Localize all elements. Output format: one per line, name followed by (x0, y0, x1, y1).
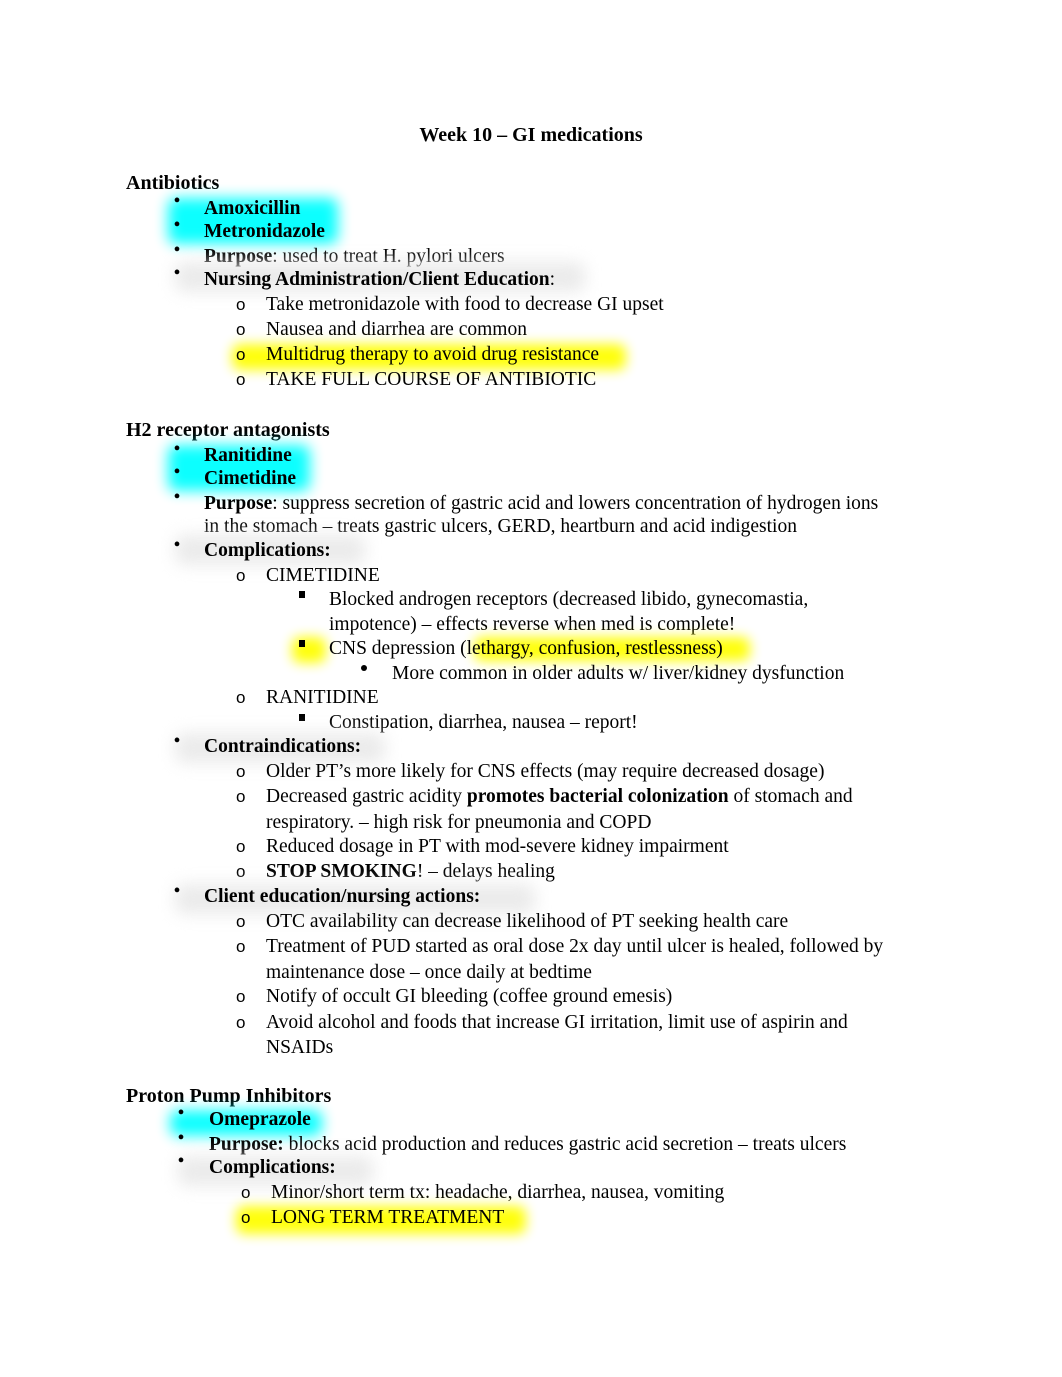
purpose-label: Purpose (204, 493, 273, 514)
bullet-icon: • (177, 1102, 185, 1124)
h2-purpose-line1: Purpose: suppress secretion of gastric a… (204, 492, 878, 515)
cimetidine-cns-item: CNS depression (lethargy, confusion, res… (329, 637, 723, 660)
acidity-prefix: Decreased gastric acidity (266, 786, 467, 807)
square-bullet-icon (299, 714, 305, 721)
contraindication-item-line2: respiratory. – high risk for pneumonia a… (266, 812, 652, 833)
drug-ranitidine: Ranitidine (204, 445, 292, 466)
purpose-text: blocks acid production and reduces gastr… (283, 1134, 847, 1155)
contraindication-item: STOP SMOKING! – delays healing (266, 860, 555, 883)
cimetidine-item-line2: impotence) – effects reverse when med is… (329, 614, 736, 635)
ppi-complication-item: Minor/short term tx: headache, diarrhea,… (271, 1182, 725, 1203)
contraindication-item: Reduced dosage in PT with mod-severe kid… (266, 836, 729, 857)
circle-bullet-icon: o (236, 345, 246, 364)
purpose-text: : suppress secretion of gastric acid and… (272, 493, 879, 514)
contraindications-heading: Contraindications: (204, 736, 362, 757)
square-bullet-icon (299, 591, 305, 598)
bullet-icon: • (173, 190, 181, 212)
ppi-complications-heading: Complications: (209, 1157, 336, 1178)
nursing-item: Multidrug therapy to avoid drug resistan… (266, 344, 600, 365)
drug-omeprazole: Omeprazole (209, 1109, 311, 1130)
education-item: Treatment of PUD started as oral dose 2x… (266, 936, 884, 957)
circle-bullet-icon: o (236, 295, 246, 314)
bullet-icon: • (177, 1127, 185, 1149)
bullet-icon: • (173, 214, 181, 236)
antibiotics-nursing-heading: Nursing Administration/Client Education: (204, 268, 555, 291)
ranitidine-item: Constipation, diarrhea, nausea – report! (329, 712, 638, 733)
education-item: Avoid alcohol and foods that increase GI… (266, 1012, 848, 1033)
cimetidine-subitem: More common in older adults w/ liver/kid… (392, 663, 845, 684)
circle-bullet-icon: o (236, 370, 246, 389)
bullet-icon: • (173, 730, 181, 752)
bullet-icon: • (177, 1150, 185, 1172)
section-heading-ppi: Proton Pump Inhibitors (126, 1085, 332, 1107)
ppi-complication-item: LONG TERM TREATMENT (271, 1207, 505, 1228)
nursing-item: TAKE FULL COURSE OF ANTIBIOTIC (266, 369, 597, 390)
circle-bullet-icon: o (236, 566, 246, 585)
circle-bullet-icon: o (236, 837, 246, 856)
section-heading-h2: H2 receptor antagonists (126, 419, 330, 441)
bullet-icon: • (173, 534, 181, 556)
bullet-icon: • (173, 486, 181, 508)
nursing-item: Nausea and diarrhea are common (266, 319, 527, 340)
ranitidine-label: RANITIDINE (266, 687, 379, 708)
circle-bullet-icon: o (236, 1013, 246, 1032)
cns-highlight-text: lethargy, confusion, restlessness (466, 638, 717, 659)
nursing-item: Take metronidazole with food to decrease… (266, 294, 664, 315)
education-item-line2: maintenance dose – once daily at bedtime (266, 962, 592, 983)
document-page: Week 10 – GI medications Antibiotics • A… (0, 0, 1062, 1377)
purpose-label: Purpose: (209, 1134, 284, 1155)
highlight-yellow (292, 637, 326, 663)
circle-bullet-icon: o (236, 787, 246, 806)
bullet-icon: • (173, 880, 181, 902)
bullet-icon: • (173, 239, 181, 261)
circle-bullet-icon: o (241, 1208, 251, 1227)
ppi-purpose: Purpose: blocks acid production and redu… (209, 1133, 846, 1156)
drug-amoxicillin: Amoxicillin (204, 198, 301, 219)
bullet-icon: • (173, 461, 181, 483)
acidity-bold: promotes bacterial colonization (466, 786, 729, 807)
square-bullet-icon (299, 640, 305, 647)
cns-suffix: ) (716, 638, 723, 659)
education-item: OTC availability can decrease likelihood… (266, 911, 789, 932)
drug-metronidazole: Metronidazole (204, 221, 325, 242)
bullet-icon: • (173, 262, 181, 284)
circle-bullet-icon: o (236, 320, 246, 339)
circle-bullet-icon: o (236, 912, 246, 931)
dot-bullet-icon (361, 665, 367, 671)
education-item: Notify of occult GI bleeding (coffee gro… (266, 986, 673, 1007)
circle-bullet-icon: o (236, 862, 246, 881)
cns-prefix: CNS depression ( (329, 638, 467, 659)
nursing-label: Nursing Administration/Client Education (204, 269, 550, 290)
circle-bullet-icon: o (236, 987, 246, 1006)
circle-bullet-icon: o (236, 688, 246, 707)
circle-bullet-icon: o (236, 762, 246, 781)
document-title: Week 10 – GI medications (419, 124, 643, 146)
contraindication-item: Decreased gastric acidity promotes bacte… (266, 785, 853, 808)
smoking-bold: STOP SMOKING (266, 861, 417, 882)
acidity-suffix: of stomach and (728, 786, 853, 807)
cimetidine-label: CIMETIDINE (266, 565, 380, 586)
smoking-rest: ! – delays healing (416, 861, 555, 882)
contraindication-item: Older PT’s more likely for CNS effects (… (266, 761, 825, 782)
bullet-icon: • (173, 438, 181, 460)
education-heading: Client education/nursing actions: (204, 886, 481, 907)
circle-bullet-icon: o (241, 1183, 251, 1202)
circle-bullet-icon: o (236, 937, 246, 956)
h2-complications-heading: Complications: (204, 540, 331, 561)
education-item-line2: NSAIDs (266, 1037, 334, 1058)
nursing-colon: : (549, 269, 556, 290)
drug-cimetidine: Cimetidine (204, 468, 297, 489)
cimetidine-item-line1: Blocked androgen receptors (decreased li… (329, 589, 809, 610)
